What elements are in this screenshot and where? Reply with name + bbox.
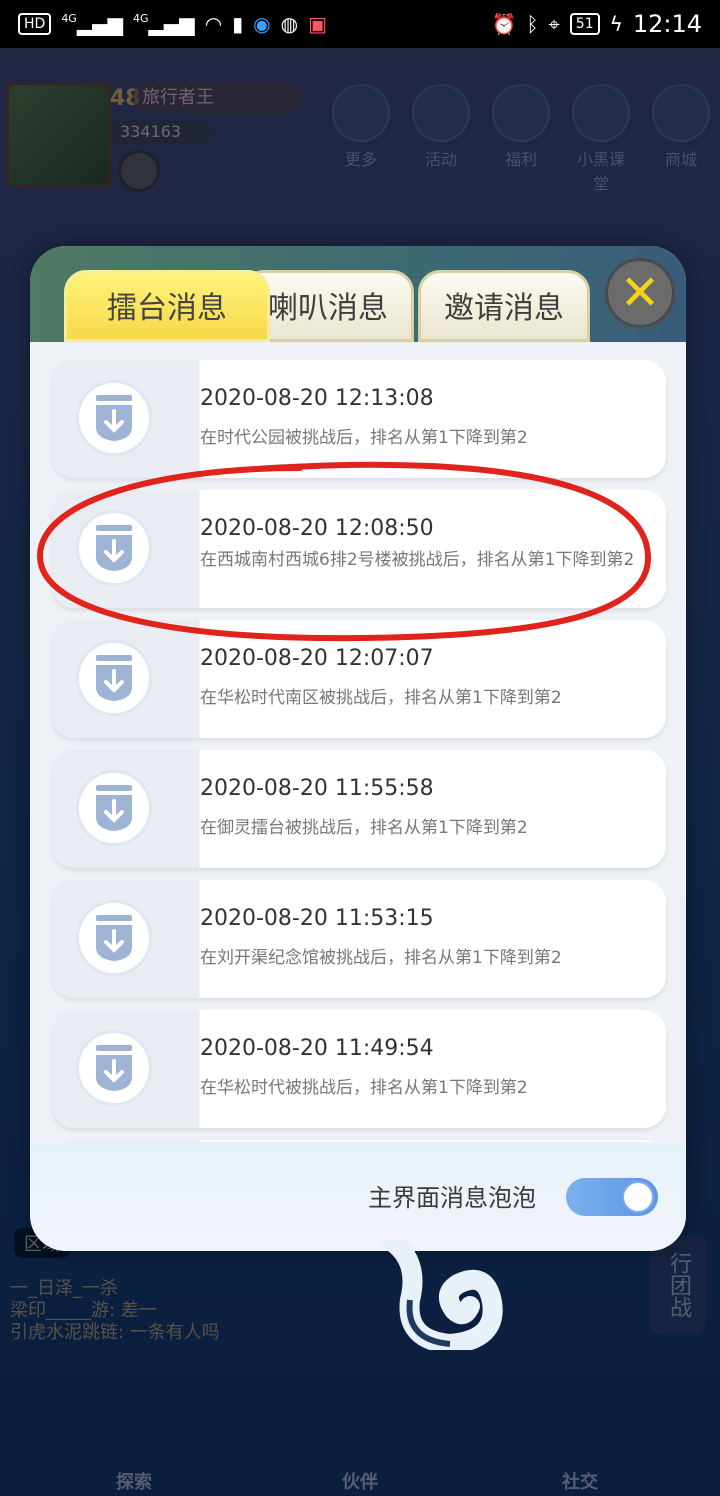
- wechat-icon: ◍: [280, 12, 299, 36]
- message-card[interactable]: 2020-08-20 11:53:15 在刘开渠纪念馆被挑战后，排名从第1下降到…: [52, 880, 666, 998]
- alarm-icon: ⏰: [491, 12, 517, 36]
- clock: 12:14: [632, 10, 702, 38]
- message-time: 2020-08-20 11:49:54: [200, 1036, 434, 1061]
- message-time: 2020-08-20 11:53:15: [200, 906, 434, 931]
- message-text: 在刘开渠纪念馆被挑战后，排名从第1下降到第2: [200, 948, 562, 968]
- message-time: 2020-08-20 12:13:08: [200, 386, 434, 411]
- message-card[interactable]: 2020-08-20 12:07:07 在华松时代南区被挑战后，排名从第1下降到…: [52, 620, 666, 738]
- rank-down-icon: [76, 380, 152, 456]
- dialog-footer: 主界面消息泡泡: [30, 1142, 686, 1251]
- message-card[interactable]: 2020-08-20 12:13:08 在时代公园被挑战后，排名从第1下降到第2: [52, 360, 666, 478]
- app-icon: ▮: [232, 12, 244, 36]
- rank-down-icon: [76, 900, 152, 976]
- message-time: 2020-08-20 12:07:07: [200, 646, 434, 671]
- rank-down-icon: [76, 1030, 152, 1106]
- rank-down-icon: [76, 510, 152, 586]
- bluetooth-icon: ᛒ: [526, 12, 539, 36]
- message-card[interactable]: 2020-08-20 11:55:58 在御灵擂台被挑战后，排名从第1下降到第2: [52, 750, 666, 868]
- message-list[interactable]: 2020-08-20 12:13:08 在时代公园被挑战后，排名从第1下降到第2…: [30, 342, 686, 1142]
- message-dialog: 邀请消息 喇叭消息 擂台消息 ✕ 2020-08-20 12:13:08 在时代…: [30, 246, 686, 1251]
- message-text: 在华松时代南区被挑战后，排名从第1下降到第2: [200, 688, 562, 708]
- message-time: 2020-08-20 12:08:50: [200, 516, 434, 541]
- message-text: 在华松时代被挑战后，排名从第1下降到第2: [200, 1078, 528, 1098]
- close-icon: ✕: [619, 265, 661, 321]
- message-text: 在时代公园被挑战后，排名从第1下降到第2: [200, 428, 528, 448]
- status-left: HD 4G▂▄▆ 4G▂▄▆ ◠ ▮ ◉ ◍ ▣: [18, 12, 327, 36]
- hd-badge: HD: [18, 13, 52, 35]
- signal-icon: 4G▂▄▆: [61, 12, 123, 36]
- close-button[interactable]: ✕: [605, 258, 675, 328]
- book-icon: ▣: [308, 12, 327, 36]
- message-card[interactable]: 2020-08-20 12:08:50 在西城南村西城6排2号楼被挑战后，排名从…: [52, 490, 666, 608]
- message-text: 在御灵擂台被挑战后，排名从第1下降到第2: [200, 818, 528, 838]
- toggle-knob: [622, 1181, 654, 1213]
- wifi-icon: ◠: [204, 12, 223, 36]
- message-bubble-label: 主界面消息泡泡: [368, 1184, 536, 1212]
- message-time: 2020-08-20 11:55:58: [200, 776, 434, 801]
- status-bar: HD 4G▂▄▆ 4G▂▄▆ ◠ ▮ ◉ ◍ ▣ ⏰ ᛒ ⌖ 51 ϟ 12:1…: [0, 0, 720, 48]
- message-bubble-toggle[interactable]: [566, 1178, 658, 1216]
- signal-icon-2: 4G▂▄▆: [133, 12, 195, 36]
- rank-down-icon: [76, 640, 152, 716]
- browser-icon: ◉: [253, 12, 271, 36]
- tab-invite-messages[interactable]: 邀请消息: [418, 270, 590, 342]
- message-card[interactable]: 2020-08-20 11:49:54 在华松时代被挑战后，排名从第1下降到第2: [52, 1010, 666, 1128]
- message-text: 在西城南村西城6排2号楼被挑战后，排名从第1下降到第2: [200, 550, 635, 570]
- location-icon: ⌖: [548, 12, 560, 36]
- battery-level: 51: [569, 13, 600, 35]
- charging-icon: ϟ: [609, 12, 623, 36]
- rank-down-icon: [76, 770, 152, 846]
- tab-arena-messages[interactable]: 擂台消息: [64, 270, 270, 342]
- dialog-tail-swirl: [380, 1240, 503, 1350]
- status-right: ⏰ ᛒ ⌖ 51 ϟ 12:14: [492, 10, 702, 38]
